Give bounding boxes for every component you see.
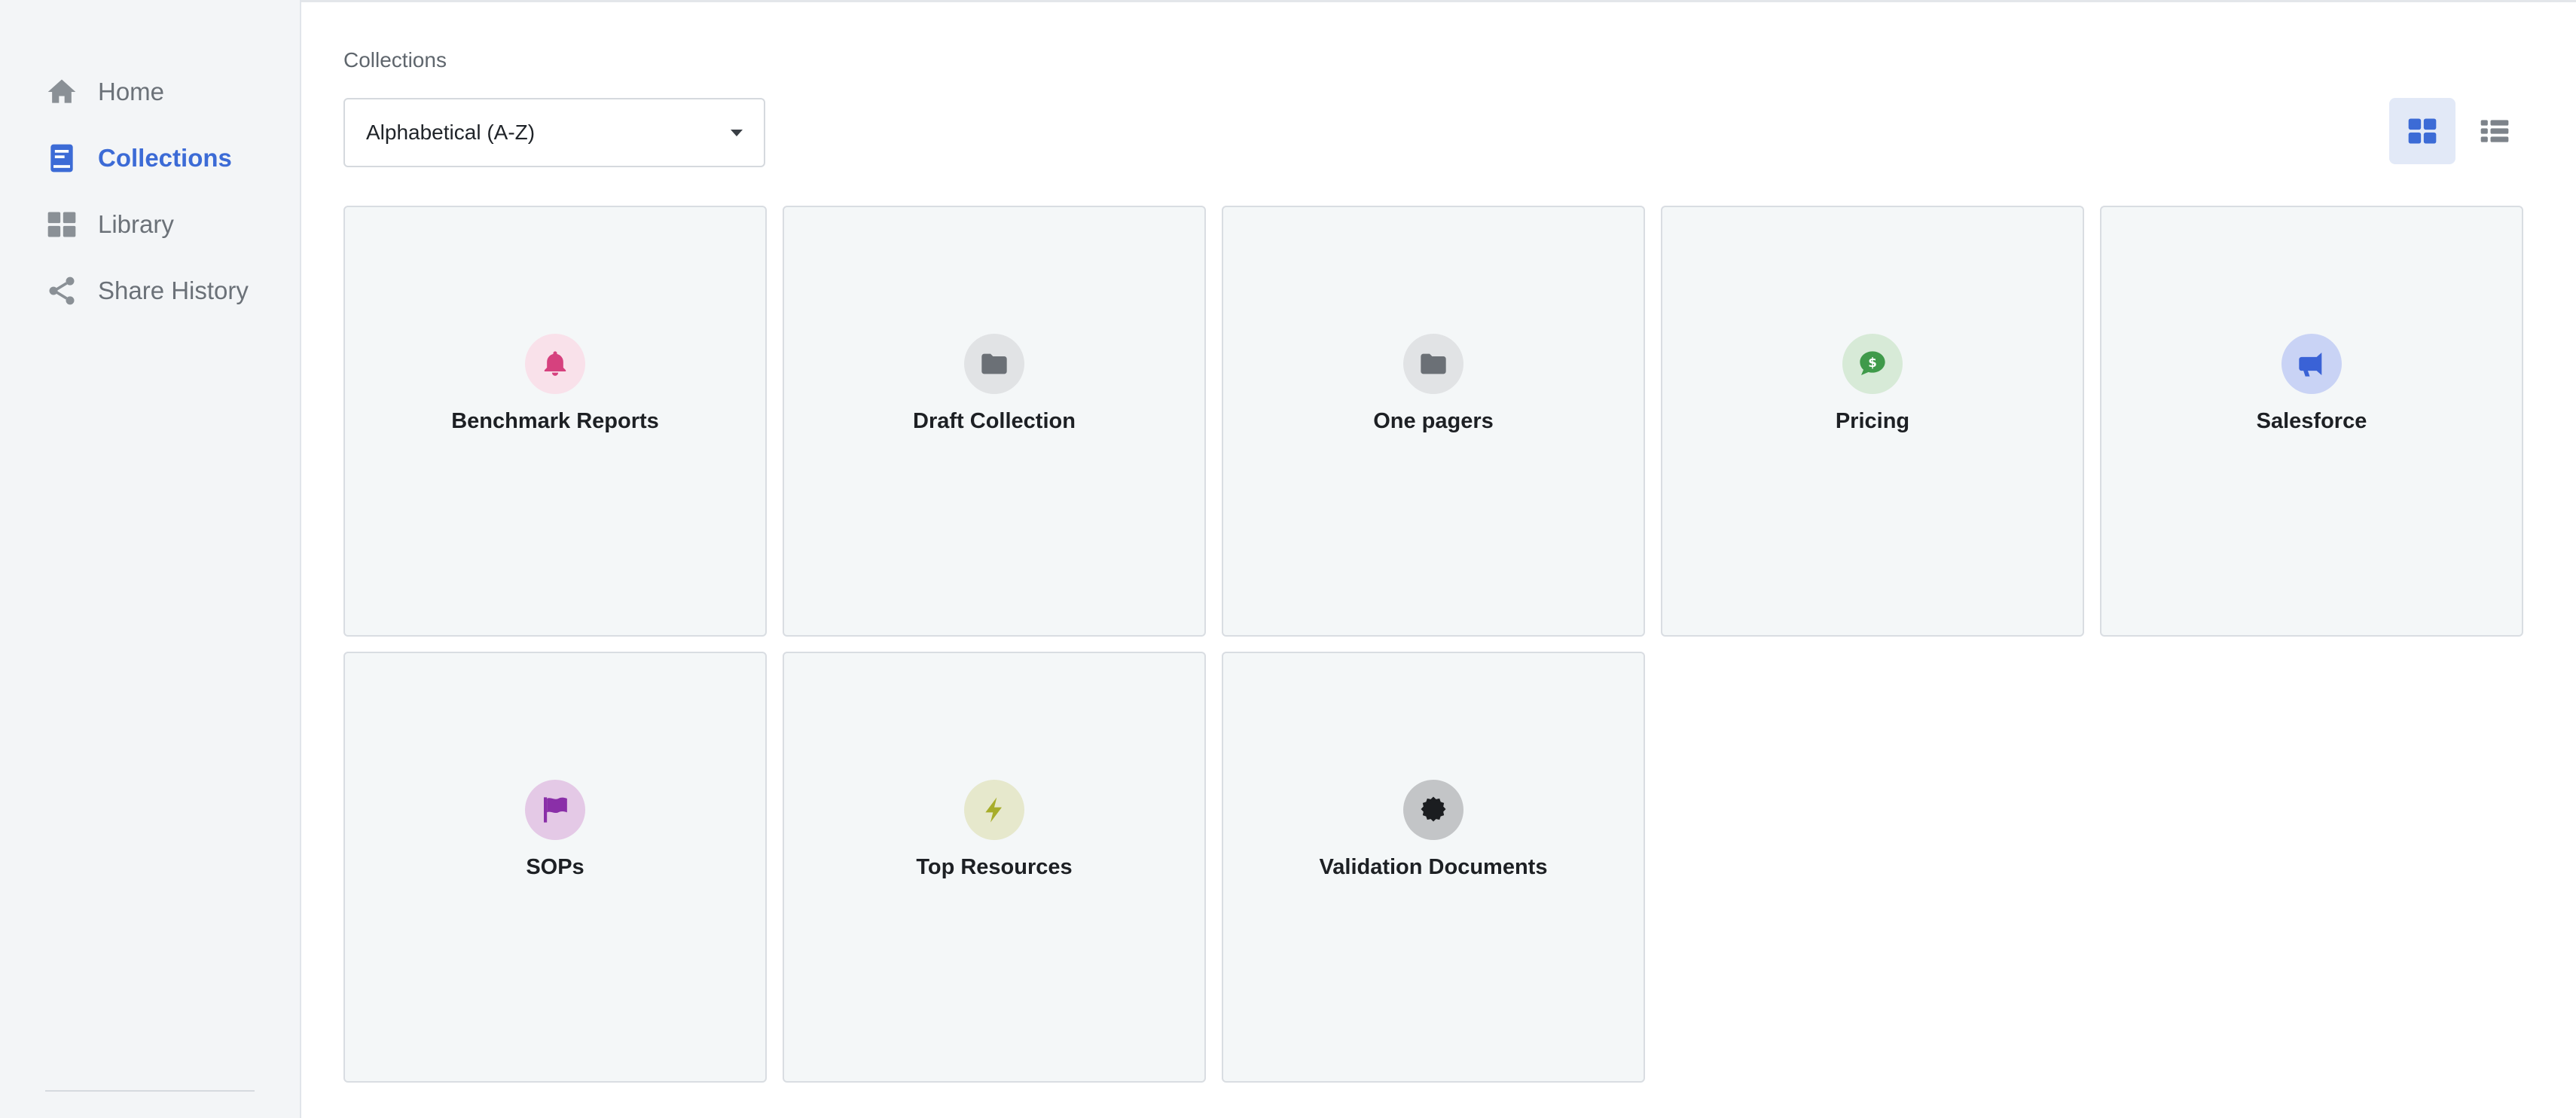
collection-badge <box>2281 333 2342 394</box>
sort-dropdown-value: Alphabetical (A-Z) <box>366 121 536 144</box>
money-chat-icon: $ <box>1860 350 1885 375</box>
grid-view-icon <box>2408 118 2437 144</box>
sidebar-item-label: Home <box>98 78 165 105</box>
sidebar-divider <box>45 1090 255 1092</box>
certificate-icon <box>1421 796 1446 821</box>
collection-title: Salesforce <box>2256 408 2367 433</box>
folder-icon <box>1421 353 1446 374</box>
sidebar-item-label: Library <box>98 210 174 238</box>
view-toggle <box>2389 98 2528 164</box>
collection-badge <box>1403 779 1463 840</box>
sidebar: Home Collections Library Share History <box>0 0 301 1118</box>
sidebar-item-home[interactable]: Home <box>44 59 285 125</box>
sidebar-item-label: Share History <box>98 276 249 304</box>
collection-title: One pagers <box>1373 408 1494 433</box>
collection-card-sops[interactable]: SOPs <box>343 652 767 1083</box>
sidebar-item-library[interactable]: Library <box>44 191 285 258</box>
sidebar-item-share-history[interactable]: Share History <box>44 258 285 324</box>
collection-card-draft-collection[interactable]: Draft Collection <box>783 206 1206 637</box>
collection-badge: $ <box>1842 333 1903 394</box>
collection-badge <box>964 333 1024 394</box>
collection-title: Validation Documents <box>1319 854 1548 879</box>
folder-icon <box>981 353 1007 374</box>
collection-card-validation-documents[interactable]: Validation Documents <box>1222 652 1645 1083</box>
sort-dropdown[interactable]: Alphabetical (A-Z) <box>343 98 765 167</box>
sidebar-item-collections[interactable]: Collections <box>44 125 285 191</box>
collection-card-pricing[interactable]: $ Pricing <box>1661 206 2084 637</box>
main-content: Collections Alphabetical (A-Z) Benchmark… <box>343 0 2528 1118</box>
page-title: Collections <box>343 48 447 72</box>
list-view-icon <box>2480 120 2509 142</box>
collection-badge <box>525 333 585 394</box>
share-icon <box>44 273 80 309</box>
collection-title: Draft Collection <box>913 408 1076 433</box>
home-icon <box>44 74 80 110</box>
collection-title: Top Resources <box>916 854 1073 879</box>
collection-badge <box>964 779 1024 840</box>
collection-badge <box>1403 333 1463 394</box>
collection-title: Benchmark Reports <box>451 408 659 433</box>
sidebar-nav: Home Collections Library Share History <box>44 59 285 324</box>
collection-badge <box>525 779 585 840</box>
collections-grid: Benchmark Reports Draft Collection One p… <box>343 206 2523 1083</box>
megaphone-icon <box>2299 352 2322 377</box>
collection-card-benchmark-reports[interactable]: Benchmark Reports <box>343 206 767 637</box>
collection-card-one-pagers[interactable]: One pagers <box>1222 206 1645 637</box>
collection-title: SOPs <box>526 854 584 879</box>
list-view-button[interactable] <box>2462 98 2528 164</box>
caret-down-icon <box>731 130 743 136</box>
collection-title: Pricing <box>1835 408 1910 433</box>
collection-card-salesforce[interactable]: Salesforce <box>2100 206 2523 637</box>
bolt-icon <box>985 796 1002 823</box>
book-icon <box>44 140 80 176</box>
grid-view-button[interactable] <box>2389 98 2455 164</box>
sidebar-item-label: Collections <box>98 144 232 172</box>
flag-icon <box>544 796 567 823</box>
bell-icon <box>544 350 566 376</box>
grid-icon <box>44 206 80 243</box>
svg-text:$: $ <box>1868 356 1877 370</box>
collection-card-top-resources[interactable]: Top Resources <box>783 652 1206 1083</box>
